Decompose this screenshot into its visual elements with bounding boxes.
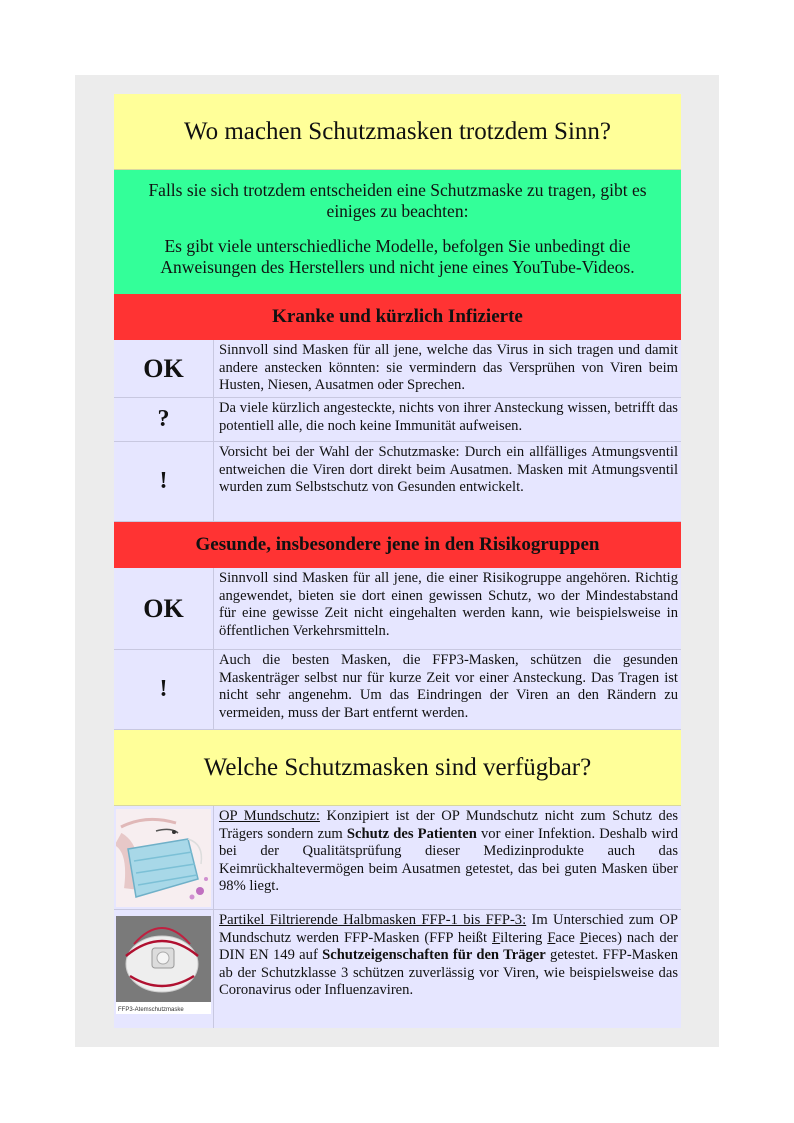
text-cell: Auch die besten Masken, die FFP3-Masken,… <box>219 652 678 721</box>
intro-block: Falls sie sich trotzdem entscheiden eine… <box>114 170 681 294</box>
ffp-word-2: ace <box>555 929 580 946</box>
ffp3-image-caption: FFP3-Atemschutzmaske <box>118 1007 184 1013</box>
text-cell: Da viele kürzlich angesteckte, nichts vo… <box>219 400 678 434</box>
op-text-bold: Schutz des Patienten <box>346 825 477 842</box>
section-header-infected: Kranke und kürzlich Infizierte <box>114 294 681 340</box>
op-mask-image <box>114 806 214 909</box>
section-header-healthy: Gesunde, insbesondere jene in den Risiko… <box>114 522 681 568</box>
table-row: OK Sinnvoll sind Masken für all jene, we… <box>114 340 681 398</box>
symbol-cell: OK <box>114 340 214 397</box>
op-mask-text: OP Mundschutz: Konzipiert ist der OP Mun… <box>214 806 681 909</box>
text-cell: Sinnvoll sind Masken für all jene, die e… <box>219 570 678 639</box>
ffp-word-3: ieces <box>587 929 618 946</box>
document: Wo machen Schutzmasken trotzdem Sinn? Fa… <box>114 94 681 1028</box>
ffp-text-bold: Schutzeigenschaften für den Träger <box>322 947 546 964</box>
op-mask-label: OP Mundschutz: <box>219 808 320 824</box>
ffp-word-1: iltering <box>500 929 548 946</box>
table-row: ! Auch die besten Masken, die FFP3-Maske… <box>114 650 681 730</box>
mask-row-op: OP Mundschutz: Konzipiert ist der OP Mun… <box>114 806 681 910</box>
ffp3-mask-photo: FFP3-Atemschutzmaske <box>116 916 211 1014</box>
ffp-letter-f1: F <box>492 929 501 946</box>
symbol-cell: ? <box>114 398 214 441</box>
ffp-letter-p: P <box>579 929 588 946</box>
ffp-mask-text: Partikel Filtrierende Halbmasken FFP-1 b… <box>214 910 681 1028</box>
symbol-cell: OK <box>114 568 214 649</box>
symbol-cell: ! <box>114 442 214 521</box>
text-cell: Vorsicht bei der Wahl der Schutzmaske: D… <box>219 444 678 496</box>
surgical-mask-illustration <box>116 808 211 907</box>
table-row: ? Da viele kürzlich angesteckte, nichts … <box>114 398 681 442</box>
ffp-mask-label: Partikel Filtrierende Halbmasken FFP-1 b… <box>219 912 527 928</box>
intro-paragraph-1: Falls sie sich trotzdem entscheiden eine… <box>148 180 647 221</box>
intro-paragraph-2: Es gibt viele unterschiedliche Modelle, … <box>160 236 635 277</box>
symbol-cell: ! <box>114 650 214 729</box>
ffp-mask-image: FFP3-Atemschutzmaske <box>114 910 214 1028</box>
table-row: ! Vorsicht bei der Wahl der Schutzmaske:… <box>114 442 681 522</box>
table-row: OK Sinnvoll sind Masken für all jene, di… <box>114 568 681 650</box>
mask-row-ffp: FFP3-Atemschutzmaske Partikel Filtrieren… <box>114 910 681 1028</box>
heading-2: Welche Schutzmasken sind verfügbar? <box>114 730 681 806</box>
text-cell: Sinnvoll sind Masken für all jene, welch… <box>219 342 678 394</box>
heading-1: Wo machen Schutzmasken trotzdem Sinn? <box>114 94 681 170</box>
